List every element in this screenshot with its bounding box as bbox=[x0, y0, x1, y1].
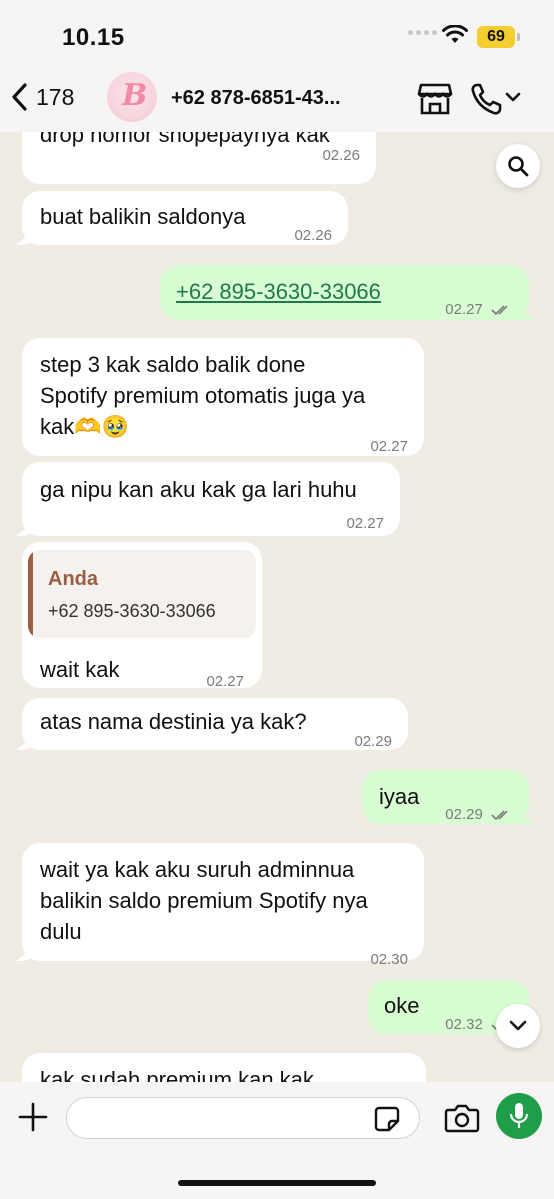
message-incoming[interactable]: atas nama destinia ya kak? 02.29 bbox=[22, 698, 408, 750]
scroll-to-bottom-button[interactable] bbox=[496, 1004, 540, 1048]
message-list[interactable]: drop nomor shopepaynya kak 02.26 buat ba… bbox=[0, 132, 554, 1082]
message-incoming[interactable]: drop nomor shopepaynya kak 02.26 bbox=[22, 132, 376, 184]
message-time: 02.29 bbox=[354, 733, 392, 750]
message-time: 02.27 bbox=[445, 294, 513, 325]
message-text: buat balikin saldonya bbox=[40, 204, 246, 229]
chevron-left-icon bbox=[12, 83, 27, 111]
chevron-down-icon bbox=[509, 1020, 527, 1031]
double-check-icon bbox=[491, 810, 508, 821]
avatar-letter: B bbox=[122, 78, 148, 113]
message-incoming[interactable]: kak sudah premium kan kak bbox=[22, 1053, 426, 1082]
message-time: 02.26 bbox=[294, 227, 332, 244]
message-text: oke bbox=[384, 993, 420, 1018]
message-input[interactable] bbox=[66, 1097, 420, 1139]
avatar[interactable]: B bbox=[107, 72, 157, 122]
unread-count: 178 bbox=[36, 83, 75, 110]
message-text: kak sudah premium kan kak bbox=[40, 1067, 314, 1082]
message-text: wait kak bbox=[40, 657, 120, 682]
back-button[interactable]: 178 bbox=[10, 82, 74, 112]
call-icon[interactable] bbox=[470, 82, 524, 116]
quoted-message[interactable]: Anda +62 895-3630-33066 bbox=[28, 550, 256, 638]
sticker-icon[interactable] bbox=[374, 1106, 400, 1132]
message-text: iyaa bbox=[379, 784, 420, 809]
message-incoming[interactable]: step 3 kak saldo balik done Spotify prem… bbox=[22, 338, 424, 456]
message-outgoing[interactable]: +62 895-3630-33066 02.27 bbox=[160, 265, 529, 320]
message-incoming-reply[interactable]: Anda +62 895-3630-33066 wait kak 02.27 bbox=[22, 542, 262, 690]
composer-bar bbox=[0, 1082, 554, 1199]
search-icon bbox=[508, 156, 529, 177]
plus-icon[interactable] bbox=[18, 1102, 48, 1132]
microphone-icon bbox=[509, 1103, 529, 1128]
message-text: atas nama destinia ya kak? bbox=[40, 709, 307, 734]
message-time: 02.30 bbox=[370, 951, 408, 968]
voice-record-button[interactable] bbox=[496, 1093, 542, 1139]
quote-accent-bar bbox=[28, 550, 33, 638]
message-time: 02.29 bbox=[445, 799, 513, 830]
quote-text: +62 895-3630-33066 bbox=[48, 601, 216, 621]
message-outgoing[interactable]: iyaa 02.29 bbox=[362, 770, 529, 824]
wifi-icon bbox=[442, 25, 468, 43]
home-indicator bbox=[178, 1180, 376, 1186]
quote-author: Anda bbox=[48, 568, 98, 590]
chat-header: 178 B +62 878-6851-43... bbox=[0, 70, 554, 132]
message-time: 02.26 bbox=[322, 147, 360, 164]
message-incoming[interactable]: buat balikin saldonya 02.26 bbox=[22, 191, 348, 245]
message-text: ga nipu kan aku kak ga lari huhu bbox=[40, 477, 357, 502]
status-bar: 10.15 69 bbox=[0, 0, 554, 70]
message-incoming[interactable]: ga nipu kan aku kak ga lari huhu 02.27 bbox=[22, 462, 400, 536]
battery-indicator: 69 bbox=[477, 26, 520, 48]
message-time: 02.27 bbox=[370, 438, 408, 455]
store-icon[interactable] bbox=[417, 83, 453, 115]
camera-icon[interactable] bbox=[444, 1103, 480, 1133]
cellular-signal-icon bbox=[408, 30, 437, 35]
phone-link[interactable]: +62 895-3630-33066 bbox=[176, 276, 381, 307]
message-time: 02.27 bbox=[206, 673, 244, 690]
search-button[interactable] bbox=[496, 144, 540, 188]
status-time: 10.15 bbox=[62, 24, 125, 51]
message-time: 02.27 bbox=[346, 515, 384, 532]
double-check-icon bbox=[491, 305, 508, 316]
message-text: wait ya kak aku suruh adminnua balikin s… bbox=[40, 857, 368, 944]
message-incoming[interactable]: wait ya kak aku suruh adminnua balikin s… bbox=[22, 843, 424, 968]
message-text: drop nomor shopepaynya kak bbox=[40, 132, 330, 147]
contact-name[interactable]: +62 878-6851-43... bbox=[171, 87, 341, 110]
message-text: step 3 kak saldo balik done Spotify prem… bbox=[40, 352, 366, 439]
